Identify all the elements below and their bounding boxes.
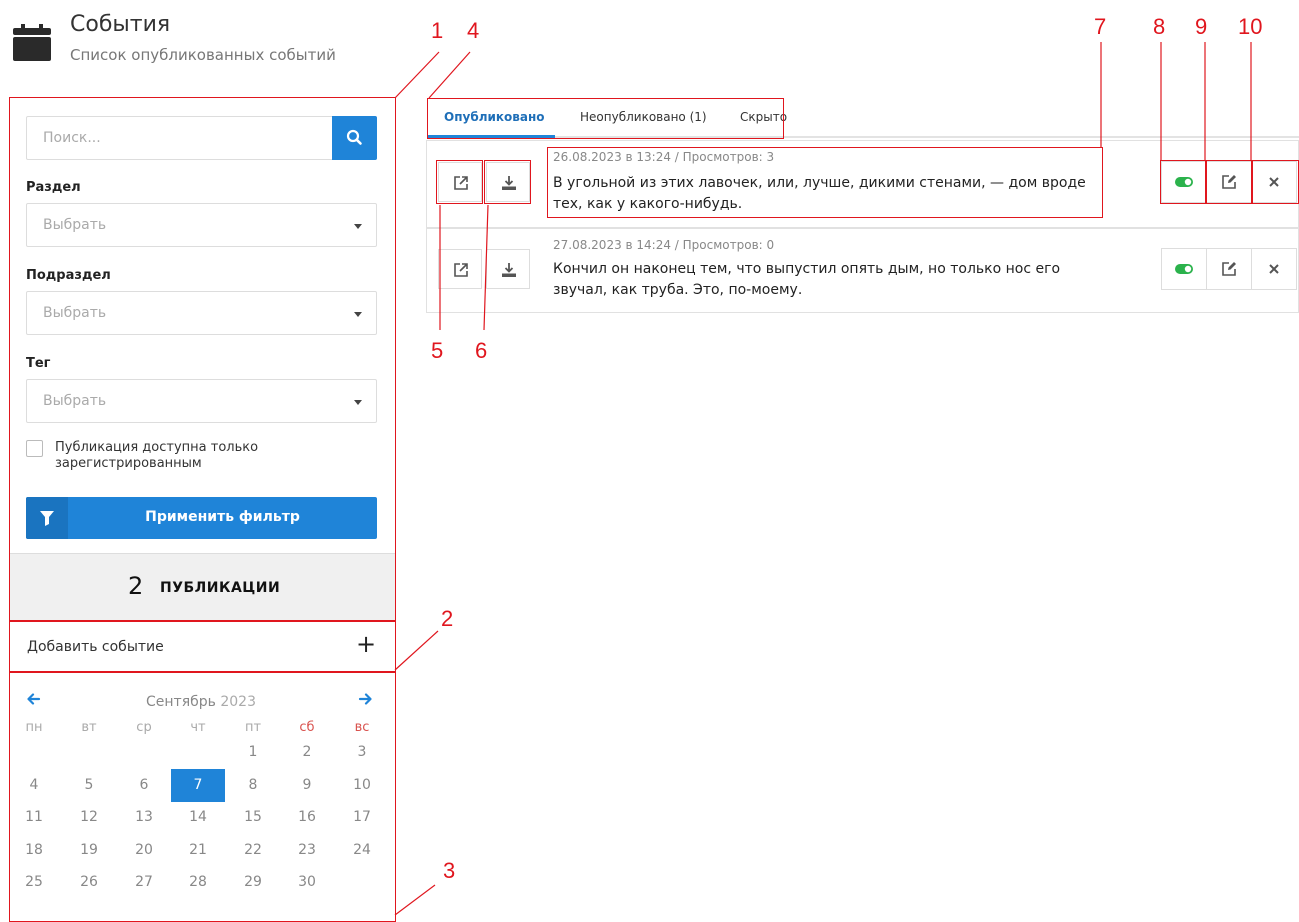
annotation-number: 5 [431, 338, 444, 363]
annotation-number: 4 [467, 18, 480, 43]
annotation-number: 1 [431, 18, 444, 43]
annotation-number: 6 [475, 338, 488, 363]
annotation-number: 9 [1195, 14, 1208, 39]
annotation-number: 3 [443, 858, 456, 883]
annotation-leader-lines [394, 42, 1252, 915]
annotation-number: 2 [441, 606, 454, 631]
annotation-number: 10 [1238, 14, 1263, 39]
annotation-number: 7 [1094, 14, 1107, 39]
annotation-number: 8 [1153, 14, 1166, 39]
